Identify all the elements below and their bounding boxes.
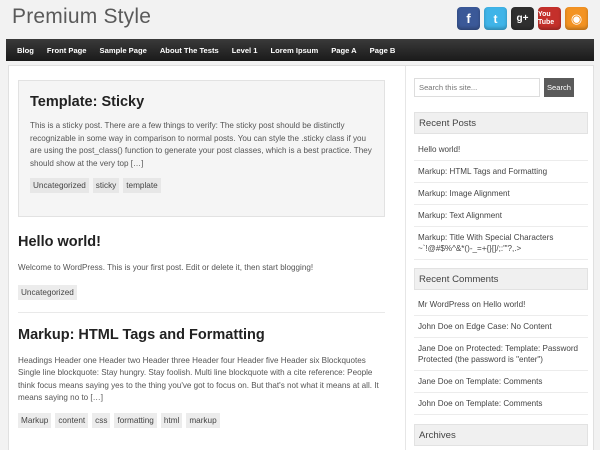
twitter-icon[interactable]: t bbox=[484, 7, 507, 30]
tag-link[interactable]: html bbox=[160, 412, 183, 428]
facebook-icon[interactable]: f bbox=[457, 7, 480, 30]
tag-link[interactable]: sticky bbox=[92, 178, 120, 194]
tag-link[interactable]: Markup bbox=[18, 412, 52, 428]
search-input[interactable] bbox=[414, 78, 540, 97]
main-content: Template: Sticky This is a sticky post. … bbox=[18, 80, 385, 428]
list-item: John Doe on Edge Case: No Content bbox=[414, 316, 588, 338]
post-tags: Markup content css formatting html marku… bbox=[18, 412, 385, 428]
tag-link[interactable]: Uncategorized bbox=[18, 284, 77, 300]
archives-title: Archives bbox=[414, 424, 588, 446]
nav-item-page-b[interactable]: Page B bbox=[364, 46, 402, 55]
nav-item-about-the-tests[interactable]: About The Tests bbox=[154, 46, 225, 55]
post-hello-world: Hello world! Welcome to WordPress. This … bbox=[18, 234, 385, 313]
tag-link[interactable]: content bbox=[55, 412, 89, 428]
search-button[interactable]: Search bbox=[544, 78, 574, 97]
list-item: Markup: Image Alignment bbox=[414, 183, 588, 205]
youtube-icon[interactable]: You Tube bbox=[538, 7, 561, 30]
tag-link[interactable]: css bbox=[92, 412, 111, 428]
post-html-tags: Markup: HTML Tags and Formatting Heading… bbox=[18, 327, 385, 428]
list-item: Jane Doe on Protected: Template: Passwor… bbox=[414, 338, 588, 371]
post-excerpt: This is a sticky post. There are a few t… bbox=[30, 121, 372, 168]
recent-comments-list: Mr WordPress on Hello world! John Doe on… bbox=[414, 294, 588, 415]
site-header: Premium Style f t g+ You Tube ◉ bbox=[0, 0, 600, 40]
recent-post-link[interactable]: Markup: HTML Tags and Formatting bbox=[418, 167, 547, 176]
google-plus-icon[interactable]: g+ bbox=[511, 7, 534, 30]
nav-item-sample-page[interactable]: Sample Page bbox=[94, 46, 153, 55]
list-item: John Doe on Template: Comments bbox=[414, 393, 588, 415]
nav-item-front-page[interactable]: Front Page bbox=[41, 46, 93, 55]
recent-comment-link[interactable]: John Doe on Template: Comments bbox=[418, 399, 542, 408]
recent-post-link[interactable]: Hello world! bbox=[418, 145, 460, 154]
post-tags: Uncategorized bbox=[18, 284, 385, 300]
nav-item-level-1[interactable]: Level 1 bbox=[226, 46, 264, 55]
tag-link[interactable]: markup bbox=[186, 412, 220, 428]
recent-comment-link[interactable]: Jane Doe on Protected: Template: Passwor… bbox=[418, 344, 578, 364]
recent-comment-link[interactable]: Mr WordPress on Hello world! bbox=[418, 300, 525, 309]
nav-item-blog[interactable]: Blog bbox=[11, 46, 40, 55]
recent-posts-list: Hello world! Markup: HTML Tags and Forma… bbox=[414, 139, 588, 260]
post-title[interactable]: Hello world! bbox=[18, 234, 385, 250]
sidebar: Search Recent Posts Hello world! Markup:… bbox=[405, 66, 594, 450]
recent-posts-title: Recent Posts bbox=[414, 112, 588, 134]
nav-item-lorem-ipsum[interactable]: Lorem Ipsum bbox=[265, 46, 325, 55]
recent-comments-title: Recent Comments bbox=[414, 268, 588, 290]
post-title[interactable]: Markup: HTML Tags and Formatting bbox=[18, 327, 385, 343]
list-item: Jane Doe on Template: Comments bbox=[414, 371, 588, 393]
rss-icon[interactable]: ◉ bbox=[565, 7, 588, 30]
list-item: Hello world! bbox=[414, 139, 588, 161]
nav-item-page-a[interactable]: Page A bbox=[325, 46, 362, 55]
tag-link[interactable]: formatting bbox=[114, 412, 157, 428]
recent-post-link[interactable]: Markup: Text Alignment bbox=[418, 211, 502, 220]
recent-comment-link[interactable]: Jane Doe on Template: Comments bbox=[418, 377, 542, 386]
site-title[interactable]: Premium Style bbox=[12, 5, 151, 29]
tag-link[interactable]: template bbox=[123, 178, 161, 194]
list-item: Mr WordPress on Hello world! bbox=[414, 294, 588, 316]
page-wrapper: Template: Sticky This is a sticky post. … bbox=[8, 65, 594, 450]
post-title[interactable]: Template: Sticky bbox=[30, 94, 373, 110]
post-tags: Uncategorized sticky template bbox=[30, 178, 373, 194]
list-item: Markup: Text Alignment bbox=[414, 205, 588, 227]
recent-post-link[interactable]: Markup: Image Alignment bbox=[418, 189, 510, 198]
search-form: Search bbox=[414, 78, 574, 97]
recent-comment-link[interactable]: John Doe on Edge Case: No Content bbox=[418, 322, 552, 331]
social-icons: f t g+ You Tube ◉ bbox=[457, 7, 588, 30]
post-excerpt: Welcome to WordPress. This is your first… bbox=[18, 263, 314, 272]
post-excerpt: Headings Header one Header two Header th… bbox=[18, 355, 379, 403]
main-nav: Blog Front Page Sample Page About The Te… bbox=[6, 39, 594, 61]
list-item: Markup: Title With Special Characters ~`… bbox=[414, 227, 588, 260]
tag-link[interactable]: Uncategorized bbox=[30, 178, 89, 194]
recent-post-link[interactable]: Markup: Title With Special Characters ~`… bbox=[418, 233, 553, 253]
list-item: Markup: HTML Tags and Formatting bbox=[414, 161, 588, 183]
post-sticky: Template: Sticky This is a sticky post. … bbox=[18, 80, 385, 217]
